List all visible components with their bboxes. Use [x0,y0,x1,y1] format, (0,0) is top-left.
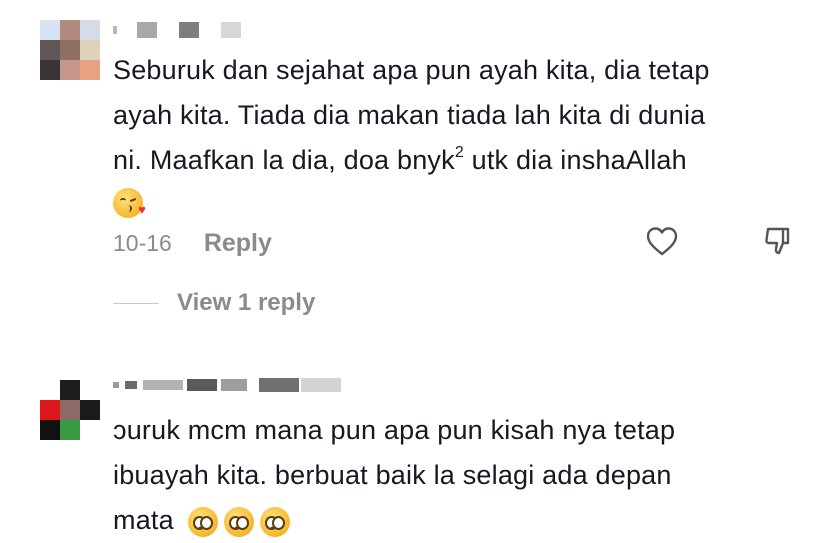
comment-line: ibuayah kita. berbuat baik la selagi ada… [113,460,672,490]
kissing-heart-emoji-icon: ♥ [113,187,146,218]
pleading-face-emoji-icon [223,506,254,537]
pleading-face-emoji-icon [187,506,218,537]
reply-button[interactable]: Reply [204,229,272,258]
comment-line: ni. Maafkan la dia, doa bnyk2 utk dia in… [113,138,813,183]
comment-date: 10-16 [113,229,172,256]
comment-line: ayah kita. Tiada dia makan tiada lah kit… [113,100,706,130]
thumbs-down-icon[interactable] [762,225,796,259]
superscript: 2 [454,144,464,161]
pleading-face-emoji-icon [259,506,290,537]
emoji-line: ♥ [113,179,813,224]
comment-line: Seburuk dan sejahat apa pun ayah kita, d… [113,55,710,85]
avatar[interactable] [40,20,100,80]
username-redacted[interactable] [113,378,341,392]
comment-meta: 10-16 Reply [113,228,272,258]
divider-line [113,302,159,304]
comment-item: ɔuruk mcm mana pun apa pun kisah nya tet… [0,360,828,537]
comment-line: ɔuruk mcm mana pun apa pun kisah nya tet… [113,415,676,445]
comment-line-start: mata [113,505,174,535]
comment-line-start: ni. Maafkan la dia, doa bnyk [113,145,455,175]
comment-text: ɔuruk mcm mana pun apa pun kisah nya tet… [113,408,813,543]
view-replies-button[interactable]: View 1 reply [113,288,315,318]
comment-item: Seburuk dan sejahat apa pun ayah kita, d… [0,0,828,340]
comment-line-end: utk dia inshaAllah [463,145,687,175]
heart-outline-icon[interactable] [645,225,679,259]
comment-text: Seburuk dan sejahat apa pun ayah kita, d… [113,48,813,224]
avatar[interactable] [40,380,100,440]
view-replies-label: View 1 reply [177,289,316,316]
username-redacted[interactable] [113,22,241,38]
comment-line: mata [113,498,813,543]
